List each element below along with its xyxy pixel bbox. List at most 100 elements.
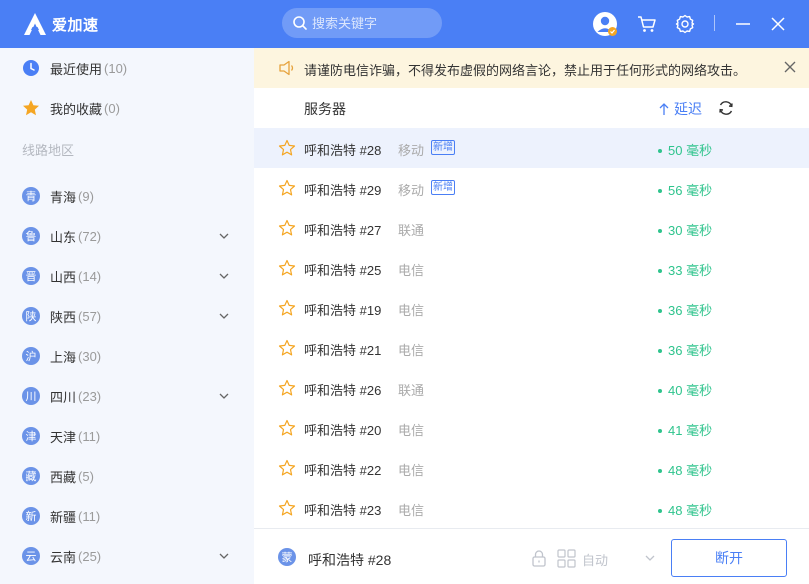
sidebar-item-label: 上海 [50,349,77,365]
sidebar-item-region[interactable]: 晋山西 (14) [0,256,254,296]
server-row[interactable]: 呼和浩特 #25 电信 33 毫秒 [254,248,809,288]
cart-button[interactable] [634,11,660,37]
favorite-star-icon[interactable] [278,419,296,437]
search-box[interactable] [282,8,442,38]
sidebar-item-count: (72) [78,228,102,244]
server-isp: 电信 [398,303,425,318]
chevron-down-icon[interactable] [644,552,656,564]
latency-value: 56 毫秒 [668,183,713,198]
star-icon [22,99,40,117]
server-latency: 41 毫秒 [658,420,712,439]
region-section-title: 线路地区 [22,143,75,158]
chevron-down-icon[interactable] [218,270,230,282]
server-latency: 48 毫秒 [658,460,712,479]
server-row[interactable]: 呼和浩特 #28 移动 新增 50 毫秒 [254,128,809,168]
sidebar-item-region[interactable]: 沪上海 (30) [0,336,254,376]
sort-by-latency-button[interactable]: 延迟 [658,99,702,119]
latency-value: 41 毫秒 [668,423,713,438]
disconnect-button[interactable]: 断开 [671,539,787,577]
server-latency: 30 毫秒 [658,220,712,239]
server-latency: 40 毫秒 [658,380,712,399]
sidebar-item-count: (5) [78,468,94,484]
favorite-star-icon[interactable] [278,299,296,317]
sidebar-item-label: 云南 [50,549,77,565]
close-button[interactable] [765,11,791,37]
sidebar-item-region[interactable]: 云云南 (25) [0,536,254,576]
server-row[interactable]: 呼和浩特 #22 电信 48 毫秒 [254,448,809,488]
close-icon [771,17,785,31]
sidebar-item-region[interactable]: 新新疆 (11) [0,496,254,536]
app-name: 爱加速 [52,16,99,34]
sidebar-item-region[interactable]: 青青海 (9) [0,176,254,216]
mode-select[interactable]: 自动 [582,550,608,569]
cart-icon [638,16,656,32]
server-isp: 电信 [398,423,425,438]
server-row[interactable]: 呼和浩特 #26 联通 40 毫秒 [254,368,809,408]
user-avatar-icon [593,12,617,36]
region-badge: 青 [22,187,40,205]
region-badge: 沪 [22,347,40,365]
region-badge: 晋 [22,267,40,285]
server-name: 呼和浩特 #28 [304,143,382,158]
server-name: 呼和浩特 #20 [304,423,382,438]
server-row[interactable]: 呼和浩特 #23 电信 48 毫秒 [254,488,809,528]
chevron-down-icon[interactable] [218,550,230,562]
status-dot [658,308,662,313]
server-row[interactable]: 呼和浩特 #27 联通 30 毫秒 [254,208,809,248]
sidebar-item-label: 陕西 [50,309,77,325]
region-badge: 藏 [22,467,40,485]
server-latency: 33 毫秒 [658,260,712,279]
server-name: 呼和浩特 #23 [304,503,382,518]
chevron-down-icon[interactable] [218,390,230,402]
sidebar-item-label: 青海 [50,189,77,205]
sidebar-item-region[interactable]: 津天津 (11) [0,416,254,456]
sidebar-item-label: 西藏 [50,469,77,485]
latency-value: 33 毫秒 [668,263,713,278]
arrow-up-icon [659,103,669,115]
sidebar-item-label: 最近使用 [50,61,103,77]
chevron-down-icon[interactable] [218,310,230,322]
user-avatar-button[interactable] [592,11,618,37]
sidebar-item-recent[interactable]: 最近使用 (10) [0,48,254,88]
sidebar-item-count: (10) [104,60,128,76]
sidebar-item-count: (11) [78,428,101,444]
sidebar-item-label: 四川 [50,389,77,405]
favorite-star-icon[interactable] [278,459,296,477]
latency-value: 36 毫秒 [668,343,713,358]
favorite-star-icon[interactable] [278,219,296,237]
sidebar-item-region[interactable]: 川四川 (23) [0,376,254,416]
settings-button[interactable] [672,11,698,37]
latency-value: 40 毫秒 [668,383,713,398]
status-dot [658,428,662,433]
lock-icon[interactable] [530,549,548,567]
status-dot [658,268,662,273]
chevron-down-icon[interactable] [218,230,230,242]
sidebar-item-region[interactable]: 陕陕西 (57) [0,296,254,336]
status-dot [658,348,662,353]
status-dot [658,388,662,393]
server-isp: 移动 [398,183,425,198]
favorite-star-icon[interactable] [278,339,296,357]
sidebar-item-label: 天津 [50,429,77,445]
status-dot [658,508,662,513]
server-row[interactable]: 呼和浩特 #20 电信 41 毫秒 [254,408,809,448]
server-row[interactable]: 呼和浩特 #19 电信 36 毫秒 [254,288,809,328]
search-input[interactable] [312,15,432,31]
notice-banner: 请谨防电信诈骗，不得发布虚假的网络言论，禁止用于任何形式的网络攻击。 [254,48,809,88]
sidebar-item-region[interactable]: 藏西藏 (5) [0,456,254,496]
sidebar-item-region[interactable]: 鲁山东 (72) [0,216,254,256]
favorite-star-icon[interactable] [278,259,296,277]
minimize-button[interactable] [730,11,756,37]
sidebar-item-favorites[interactable]: 我的收藏 (0) [0,88,254,128]
current-region-badge: 蒙 [278,548,296,566]
favorite-star-icon[interactable] [278,179,296,197]
notice-close-icon[interactable] [784,61,796,73]
favorite-star-icon[interactable] [278,499,296,517]
server-row[interactable]: 呼和浩特 #29 移动 新增 56 毫秒 [254,168,809,208]
favorite-star-icon[interactable] [278,379,296,397]
server-row[interactable]: 呼和浩特 #21 电信 36 毫秒 [254,328,809,368]
status-dot [658,468,662,473]
refresh-icon[interactable] [718,100,734,116]
favorite-star-icon[interactable] [278,139,296,157]
sidebar: 最近使用 (10) 我的收藏 (0) 线路地区 青青海 (9) 鲁山东 (72) 晋山西… [0,48,254,584]
